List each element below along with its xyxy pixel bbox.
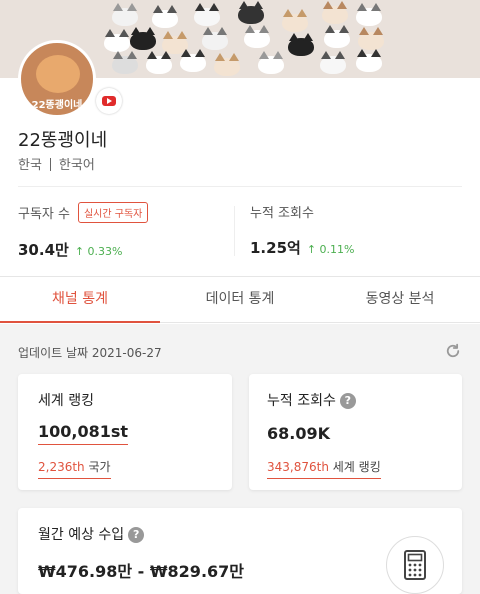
cat-sticker xyxy=(214,53,240,76)
subscribers-stat: 구독자 수 실시간 구독자 30.4만 ↑ 0.33% xyxy=(18,202,149,260)
channel-meta: 한국 한국어 xyxy=(18,154,95,173)
stat-divider xyxy=(234,206,235,256)
help-icon[interactable]: ? xyxy=(128,527,145,543)
cat-sticker xyxy=(180,49,206,72)
country-rank-label: 국가 xyxy=(88,460,111,474)
total-views-title: 누적 조회수 xyxy=(267,393,336,409)
cat-sticker xyxy=(244,25,270,48)
world-rank-card: 세계 랭킹 100,081st 2,236th 국가 xyxy=(18,374,232,490)
cat-sticker xyxy=(320,51,346,74)
country-rank-value: 2,236th xyxy=(38,460,85,474)
avatar-label: 22똥괭이네 xyxy=(31,100,83,111)
subscribers-change: 0.33% xyxy=(87,245,123,258)
views-value: 1.25억 xyxy=(250,239,301,257)
update-date: 업데이트 날짜 2021-06-27 xyxy=(18,346,162,360)
channel-avatar[interactable]: 22똥괭이네 xyxy=(18,40,96,118)
monthly-income-value: ₩476.98만 - ₩829.67만 xyxy=(38,562,245,581)
cat-face-icon xyxy=(36,55,80,93)
channel-country: 한국 xyxy=(18,158,42,173)
subscribers-label: 구독자 수 xyxy=(18,207,70,222)
cat-sticker xyxy=(146,51,172,74)
views-world-rank-value: 343,876th xyxy=(267,460,329,474)
cat-sticker xyxy=(322,1,348,24)
total-views-card: 누적 조회수? 68.09K 343,876th 세계 랭킹 xyxy=(249,374,462,490)
views-label: 누적 조회수 xyxy=(250,206,314,221)
country-rank: 2,236th 국가 xyxy=(38,458,111,479)
tab-bar: 채널 통계 데이터 통계 동영상 분석 xyxy=(0,277,480,323)
cat-sticker xyxy=(282,9,308,32)
cat-sticker xyxy=(356,49,382,72)
help-icon[interactable]: ? xyxy=(339,393,356,409)
cat-sticker xyxy=(238,1,264,24)
cat-sticker xyxy=(288,33,314,56)
views-stat: 누적 조회수 1.25억 ↑ 0.11% xyxy=(250,206,355,257)
cat-sticker xyxy=(202,27,228,50)
views-world-rank-label: 세계 랭킹 xyxy=(332,460,381,474)
youtube-icon xyxy=(102,96,116,106)
views-change: 0.11% xyxy=(319,243,355,256)
cat-sticker xyxy=(194,3,220,26)
cat-sticker xyxy=(258,51,284,74)
calculator-icon xyxy=(404,550,426,580)
meta-separator xyxy=(49,158,51,171)
world-rank-value: 100,081st xyxy=(38,422,129,445)
channel-language: 한국어 xyxy=(58,158,95,173)
realtime-subscribers-button[interactable]: 실시간 구독자 xyxy=(77,202,149,223)
divider xyxy=(18,186,462,187)
views-world-rank: 343,876th 세계 랭킹 xyxy=(267,458,381,479)
cat-sticker xyxy=(112,51,138,74)
cat-sticker xyxy=(356,3,382,26)
tab-video-analysis[interactable]: 동영상 분석 xyxy=(320,277,480,322)
refresh-icon[interactable] xyxy=(444,342,462,360)
cat-sticker xyxy=(112,3,138,26)
total-views-value: 68.09K xyxy=(267,424,331,443)
channel-name: 22똥괭이네 xyxy=(18,130,108,151)
tab-channel-stats[interactable]: 채널 통계 xyxy=(0,277,160,323)
calculator-button[interactable] xyxy=(386,536,444,594)
cat-sticker xyxy=(104,29,130,52)
cat-sticker xyxy=(152,5,178,28)
youtube-badge[interactable] xyxy=(96,88,122,114)
cat-sticker xyxy=(358,27,384,50)
monthly-income-title: 월간 예상 수입 xyxy=(38,527,125,543)
cat-sticker xyxy=(130,27,156,50)
world-rank-title: 세계 랭킹 xyxy=(38,393,94,409)
tab-data-stats[interactable]: 데이터 통계 xyxy=(160,277,320,322)
cat-sticker xyxy=(324,25,350,48)
subscribers-value: 30.4만 xyxy=(18,241,69,259)
